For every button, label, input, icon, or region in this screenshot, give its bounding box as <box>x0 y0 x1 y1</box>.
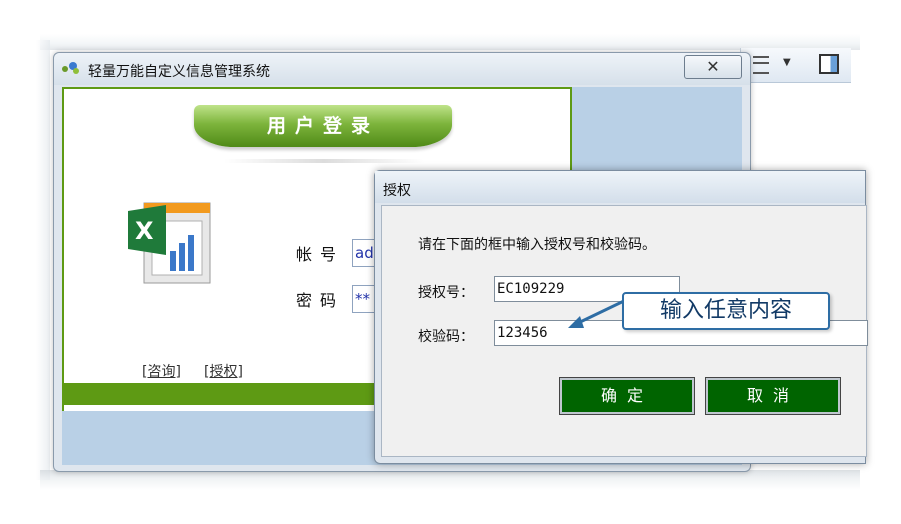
annotation-callout: 输入任意内容 <box>622 292 830 330</box>
auth-dialog-title: 授权 <box>383 183 411 199</box>
password-label: 密码 <box>296 291 345 310</box>
banner-shadow <box>224 159 424 163</box>
auth-instruction: 请在下面的框中输入授权号和校验码。 <box>418 237 656 253</box>
auth-dialog-titlebar: 授权 <box>375 171 865 203</box>
svg-text:X: X <box>135 217 154 245</box>
preview-pane-icon[interactable] <box>819 54 839 74</box>
auth-number-label: 授权号： <box>418 285 474 301</box>
ok-button[interactable]: 确定 <box>559 377 695 415</box>
window-title: 轻量万能自定义信息管理系统 <box>88 64 270 80</box>
list-view-icon[interactable] <box>753 56 769 74</box>
explorer-toolbar: ▼ <box>741 48 851 83</box>
close-button[interactable]: ✕ <box>684 55 742 79</box>
paper-edge-top <box>40 34 860 50</box>
consult-link[interactable]: [咨询] <box>142 361 181 381</box>
chevron-down-icon[interactable]: ▼ <box>783 57 791 68</box>
excel-icon: X <box>128 202 211 284</box>
paper-edge-left <box>36 40 50 480</box>
app-logo-icon <box>62 61 80 75</box>
cancel-button[interactable]: 取消 <box>705 377 841 415</box>
check-code-label: 校验码： <box>418 329 474 345</box>
paper-edge-bottom <box>40 470 860 490</box>
login-banner: 用户登录 <box>194 105 452 147</box>
authorize-link[interactable]: [授权] <box>204 361 243 381</box>
account-label: 帐号 <box>296 245 345 264</box>
login-window-titlebar: 轻量万能自定义信息管理系统 ✕ <box>54 53 750 85</box>
